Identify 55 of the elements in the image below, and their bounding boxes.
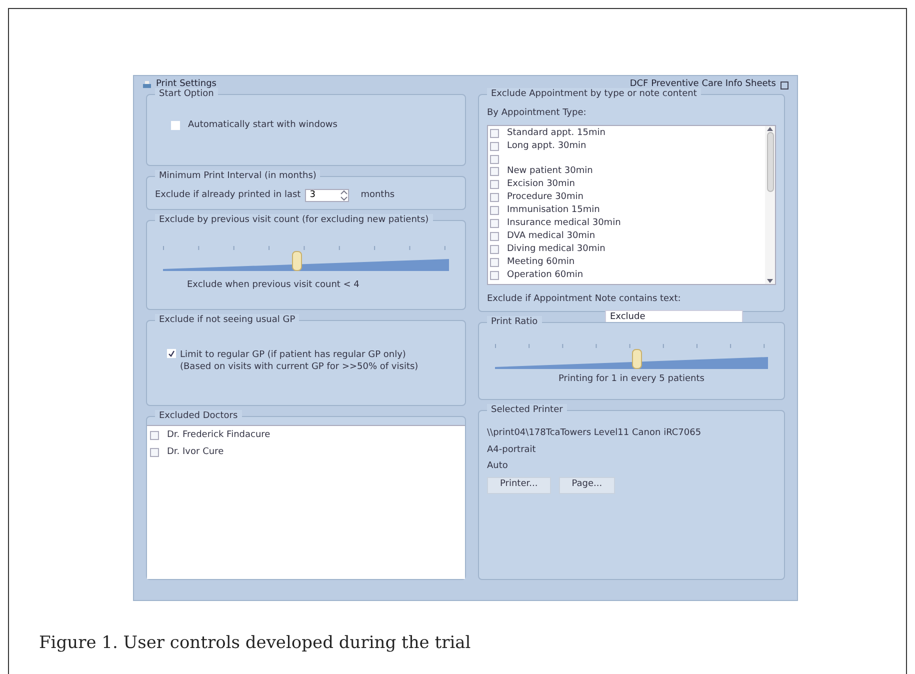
appointment-type: Excision 30min: [507, 178, 575, 191]
appointment-type: DVA medical 30min: [507, 230, 596, 243]
appointment-type: Immunisation 15min: [507, 204, 600, 217]
app-title: DCF Preventive Care Info Sheets: [630, 78, 776, 90]
doctor-name: Dr. Frederick Findacure: [167, 429, 270, 442]
months-spinner[interactable]: 3: [304, 189, 349, 202]
slider-reading: Printing for 1 in every 5 patients: [558, 373, 706, 386]
scrollbar[interactable]: [765, 126, 775, 284]
slider-reading: Exclude when previous visit count < 4: [187, 279, 360, 292]
appointment-type: Diving medical 30min: [507, 242, 606, 256]
appointment-type: Meeting 60min: [507, 256, 575, 269]
appointment-type: New patient 30min: [507, 164, 593, 178]
appointment-type: Long appt. 30min: [507, 140, 586, 153]
appointment-type: Insurance medical 30min: [507, 216, 621, 230]
note-label: Exclude if Appointment Note contains text:: [487, 292, 682, 306]
spinner-arrows-icon[interactable]: [340, 190, 348, 202]
checkbox[interactable]: [490, 206, 499, 215]
checkbox-label: Automatically start with windows: [188, 119, 338, 132]
list-label: By Appointment Type:: [487, 107, 588, 120]
appointment-type: Procedure 30min: [507, 190, 584, 204]
slider-thumb[interactable]: [632, 349, 642, 369]
checkbox-label: Limit to regular GP (if patient has regular GP only): [180, 349, 407, 361]
printer-detail: A4-portrait: [487, 444, 537, 456]
checkbox[interactable]: [490, 142, 499, 151]
checked-checkbox[interactable]: [167, 349, 176, 358]
scroll-thumb[interactable]: [766, 132, 774, 192]
check-icon: [168, 350, 175, 357]
printer-detail: \\print04\178TcaTowers Level11 Canon iRC7065: [487, 427, 702, 440]
checkbox-note: (Based on visits with current GP for >>50% of visits): [180, 361, 418, 373]
checkbox[interactable]: [490, 167, 499, 176]
checkbox[interactable]: [490, 193, 499, 202]
scroll-down-icon[interactable]: [767, 278, 773, 284]
checkbox[interactable]: [490, 219, 499, 228]
appointment-type: Standard appt. 15min: [507, 126, 606, 140]
printer-detail: Auto: [487, 460, 509, 473]
printer-setup-button[interactable]: Printer...: [487, 476, 551, 494]
checkbox[interactable]: [490, 258, 499, 267]
figure-caption: Figure 1. User controls developed during the trial: [39, 632, 472, 655]
checkbox[interactable]: [490, 245, 499, 254]
checkbox[interactable]: [490, 232, 499, 241]
slider-thumb[interactable]: [292, 251, 302, 271]
checkbox[interactable]: [150, 448, 159, 457]
printer-icon: [142, 80, 152, 90]
checkbox[interactable]: [490, 180, 499, 189]
appointment-type: Operation 60min: [507, 268, 584, 282]
window-title: Print Settings: [156, 78, 216, 90]
checkbox[interactable]: [150, 431, 159, 440]
checkbox[interactable]: [490, 129, 499, 138]
unit-label: months: [360, 189, 395, 202]
interval-label: Exclude if already printed in last: [155, 189, 301, 202]
restore-icon[interactable]: [780, 80, 789, 90]
checkbox[interactable]: [490, 271, 499, 280]
printer-setup-button[interactable]: Page...: [558, 476, 616, 494]
checkbox[interactable]: [490, 154, 499, 164]
doctor-name: Dr. Ivor Cure: [167, 446, 224, 458]
